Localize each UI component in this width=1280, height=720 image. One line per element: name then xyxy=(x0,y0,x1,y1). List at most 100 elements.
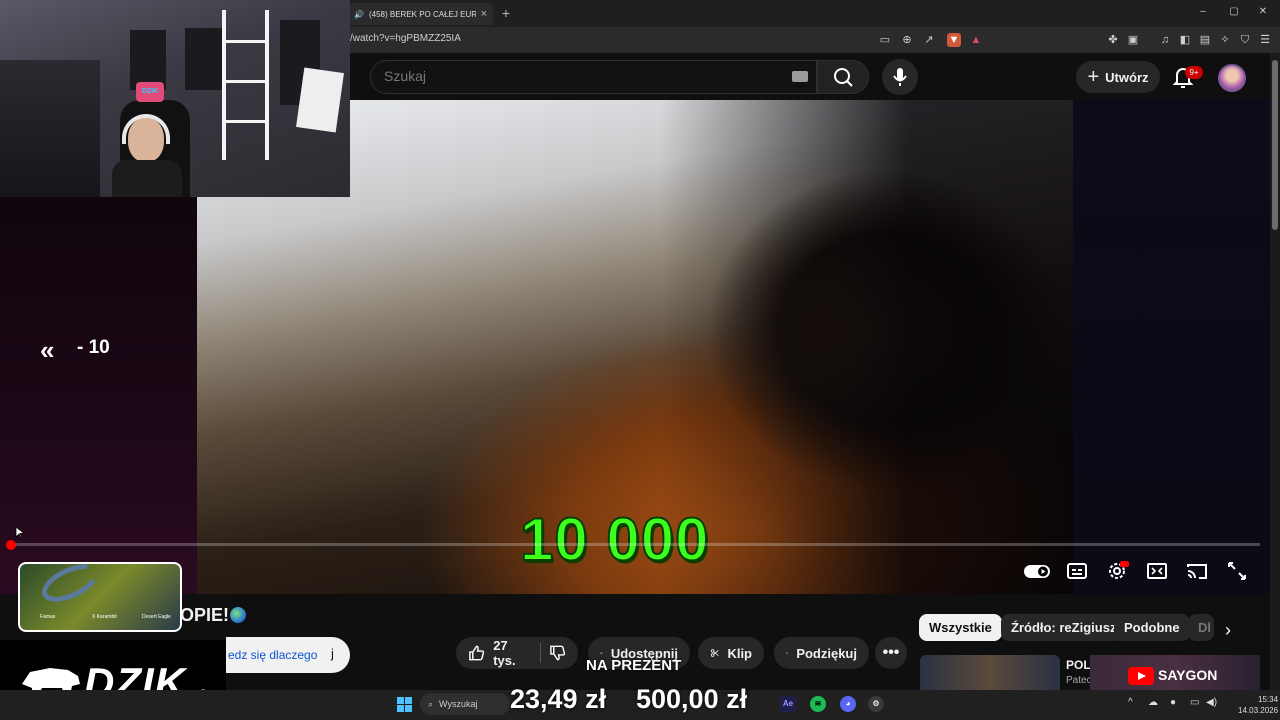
video-letterbox-right xyxy=(1073,100,1270,594)
chip-more[interactable]: Dl xyxy=(1188,614,1214,641)
mic-icon xyxy=(893,68,907,86)
streamer-body xyxy=(112,160,182,197)
subtitles-icon xyxy=(1067,563,1087,579)
after-effects-icon[interactable]: Ae xyxy=(780,696,796,712)
vpn-icon[interactable]: ⛉ xyxy=(1238,33,1252,47)
clip-button[interactable]: Klip xyxy=(698,637,764,669)
shelf xyxy=(222,10,226,160)
rewards-icon[interactable]: ▲ xyxy=(969,33,983,47)
sidebar-icon[interactable]: ◧ xyxy=(1178,33,1192,47)
skin-label-1: Famas xyxy=(40,614,56,620)
price-overlay-1: 23,49 zł xyxy=(510,684,607,714)
display-icon[interactable]: ▭ xyxy=(1190,697,1199,708)
prize-overlay-text: NA PREZENT xyxy=(586,657,682,674)
zoom-icon[interactable]: ⊕ xyxy=(900,33,914,47)
spotify-icon[interactable]: ≋ xyxy=(810,696,826,712)
skin-label-2: X Karambit xyxy=(92,614,117,620)
voice-search-button[interactable] xyxy=(882,59,918,95)
related-video-channel: Pateo xyxy=(1066,675,1093,686)
close-window-button[interactable]: ✕ xyxy=(1256,6,1270,17)
autoplay-toggle[interactable] xyxy=(1023,559,1051,583)
search-button[interactable] xyxy=(817,60,869,94)
volume-icon[interactable]: ◀) xyxy=(1206,697,1217,708)
settings-button[interactable] xyxy=(1105,559,1129,583)
fullscreen-icon xyxy=(1228,562,1246,580)
theater-mode-button[interactable] xyxy=(1145,559,1169,583)
tray-chevron-icon[interactable]: ^ xyxy=(1128,697,1133,708)
minimize-button[interactable]: – xyxy=(1196,6,1210,17)
url-field[interactable]: /watch?v=hgPBMZZ25IA xyxy=(350,33,461,44)
clock-time: 15:34 xyxy=(1258,695,1279,704)
video-overlay-text: 10 000 xyxy=(519,505,710,574)
chip-all[interactable]: Wszystkie xyxy=(919,614,1002,641)
related-video-thumbnail[interactable] xyxy=(920,655,1060,690)
related-video-title[interactable]: POL xyxy=(1066,658,1091,672)
notice-link[interactable]: edz się dlaczego j xyxy=(226,637,350,673)
progress-scrubber[interactable] xyxy=(6,540,16,550)
thanks-icon: $ xyxy=(786,652,789,654)
chevron-right-icon[interactable]: › xyxy=(1225,620,1231,641)
thumbs-down-icon[interactable] xyxy=(549,644,566,662)
ai-icon[interactable]: ✧ xyxy=(1218,33,1232,47)
browser-tab[interactable]: 🔊 (458) BEREK PO CAŁEJ EUROPIE × xyxy=(348,3,493,25)
settings-app-icon[interactable]: ⚙ xyxy=(868,696,884,712)
share-page-icon[interactable]: ↗ xyxy=(922,33,936,47)
clock[interactable]: 15:34 14.03.2026 xyxy=(1238,694,1278,716)
wallet-icon[interactable]: ▤ xyxy=(1198,33,1212,47)
theater-icon xyxy=(1147,563,1167,579)
tab-title: (458) BEREK PO CAŁEJ EUROPIE xyxy=(368,9,476,19)
acoustic-panel xyxy=(185,28,223,90)
notifications-badge: 9+ xyxy=(1185,66,1203,79)
tab-close-icon[interactable]: × xyxy=(481,8,487,20)
video-shadow xyxy=(660,100,1073,594)
storage-rack xyxy=(0,60,100,197)
notice-tail: j xyxy=(331,646,334,661)
price-overlay-2: 500,00 zł xyxy=(636,684,748,714)
cast-button[interactable] xyxy=(1185,559,1209,583)
chip-source[interactable]: Źródło: reZigiusz xyxy=(1001,614,1127,641)
brave-shield-icon[interactable]: ▼ xyxy=(947,33,961,47)
scissors-icon xyxy=(710,649,719,657)
shelf xyxy=(222,120,269,123)
keyboard-icon[interactable] xyxy=(792,71,808,82)
cast-icon[interactable]: ▭ xyxy=(878,33,892,47)
video-title: OPIE! xyxy=(180,605,230,625)
menu-icon[interactable]: ☰ xyxy=(1258,33,1272,47)
chip-similar[interactable]: Podobne xyxy=(1114,614,1190,641)
cloud-icon[interactable]: ☁ xyxy=(1148,697,1158,708)
toggle-icon xyxy=(1024,565,1050,578)
progress-bar[interactable] xyxy=(10,543,1260,546)
taskbar-search[interactable]: ⌕ Wyszukaj xyxy=(420,693,510,715)
search-icon xyxy=(834,68,853,87)
karambit-icon xyxy=(36,564,104,610)
fullscreen-button[interactable] xyxy=(1225,559,1249,583)
clock-date: 14.03.2026 xyxy=(1238,706,1279,715)
like-count[interactable]: 27 tys. xyxy=(493,638,532,668)
shelf xyxy=(222,40,269,43)
create-label: Utwórz xyxy=(1105,69,1149,85)
screenshot-icon[interactable]: ▣ xyxy=(1126,33,1140,47)
thanks-button[interactable]: $ Podziękuj xyxy=(774,637,869,669)
acoustic-panel xyxy=(130,30,166,90)
subtitles-button[interactable] xyxy=(1065,559,1089,583)
more-actions-button[interactable]: ••• xyxy=(875,637,907,669)
new-tab-button[interactable]: + xyxy=(499,5,513,21)
mic-tray-icon[interactable]: ● xyxy=(1170,697,1176,708)
music-icon[interactable]: ♫ xyxy=(1158,33,1172,47)
seek-label: - 10 xyxy=(77,337,110,358)
avatar[interactable] xyxy=(1218,64,1246,92)
maximize-button[interactable]: ▢ xyxy=(1227,6,1241,17)
clip-label: Klip xyxy=(727,645,752,661)
thumbs-up-icon[interactable] xyxy=(468,644,485,662)
scrollbar-thumb[interactable] xyxy=(1272,60,1278,230)
thanks-label: Podziękuj xyxy=(796,645,857,661)
gear-icon xyxy=(1109,561,1129,579)
discord-icon[interactable]: ◕ xyxy=(840,696,856,712)
speaker-icon: 🔊 xyxy=(354,9,364,19)
divider xyxy=(539,643,541,663)
extensions-icon[interactable]: ✤ xyxy=(1106,33,1120,47)
search-input[interactable] xyxy=(384,68,764,84)
create-button[interactable]: + Utwórz xyxy=(1076,61,1160,93)
windows-start-icon[interactable] xyxy=(397,697,412,712)
sponsor-name: SAYGON xyxy=(1158,667,1218,683)
